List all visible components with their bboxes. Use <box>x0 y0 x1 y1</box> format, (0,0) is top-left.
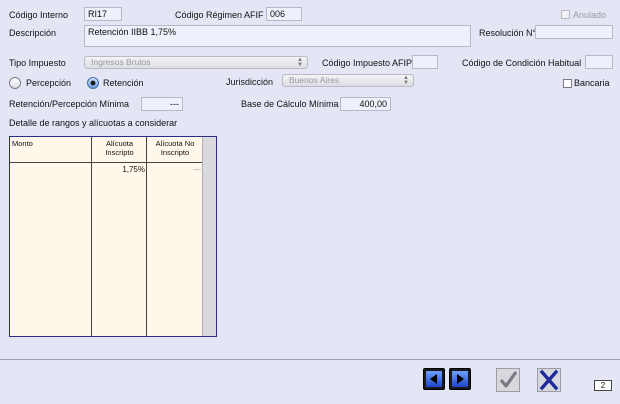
table-scrollbar[interactable] <box>202 137 216 336</box>
header-alicuota-inscripto: Alícuota Inscripto <box>105 139 134 157</box>
base-calculo-field[interactable]: 400,00 <box>340 97 391 111</box>
bancaria-checkbox[interactable] <box>563 79 572 88</box>
cell-alicuota-inscripto[interactable]: 1,75% <box>94 164 145 175</box>
codigo-condicion-label: Código de Condición Habitual <box>462 58 582 68</box>
retencion-label: Retención <box>103 78 144 88</box>
prev-button[interactable] <box>423 368 445 390</box>
descripcion-field[interactable]: Retención IIBB 1,75% <box>84 25 471 47</box>
jurisdiccion-value: Buenos Aires <box>289 75 340 85</box>
codigo-impuesto-afip-label: Código Impuesto AFIP <box>322 58 413 68</box>
checkmark-icon <box>499 371 518 388</box>
anulado-label: Anulado <box>573 10 607 20</box>
codigo-impuesto-afip-field[interactable] <box>412 55 438 69</box>
footer-divider <box>0 359 620 360</box>
updown-arrows-icon: ▲ ▼ <box>403 75 409 86</box>
codigo-interno-field[interactable]: RI17 <box>84 7 122 21</box>
triangle-left-icon <box>430 374 437 384</box>
jurisdiccion-select[interactable]: Buenos Aires ▲ ▼ <box>282 74 414 87</box>
resolucion-label: Resolución N° <box>479 28 537 38</box>
jurisdiccion-label: Jurisdicción <box>226 77 274 87</box>
tipo-impuesto-label: Tipo Impuesto <box>9 58 66 68</box>
column-monto <box>10 137 92 336</box>
resolucion-field[interactable] <box>535 25 613 39</box>
tipo-impuesto-value: Ingresos Brutos <box>91 57 151 67</box>
cancel-button[interactable] <box>537 368 561 392</box>
bancaria-label: Bancaria <box>574 78 610 88</box>
percepcion-label: Percepción <box>26 78 72 88</box>
accept-button[interactable] <box>496 368 520 392</box>
x-icon <box>539 369 559 391</box>
base-calculo-label: Base de Cálculo Mínima <box>241 99 339 109</box>
tipo-impuesto-select[interactable]: Ingresos Brutos ▲ ▼ <box>84 56 308 69</box>
rangos-table[interactable]: Monto Alícuota Inscripto Alícuota No Ins… <box>9 136 217 337</box>
triangle-right-icon <box>457 374 464 384</box>
minima-label: Retención/Percepción Mínima <box>9 99 130 109</box>
codigo-regimen-field[interactable]: 006 <box>266 7 302 21</box>
updown-arrows-icon: ▲ ▼ <box>297 57 303 68</box>
minima-field[interactable]: --- <box>141 97 183 111</box>
header-monto: Monto <box>12 139 33 148</box>
codigo-regimen-label: Código Régimen AFIF <box>175 10 264 20</box>
next-button[interactable] <box>449 368 471 390</box>
codigo-condicion-field[interactable] <box>585 55 613 69</box>
cell-alicuota-no-inscripto[interactable]: --- <box>149 164 201 175</box>
detalle-label: Detalle de rangos y alícuotas a consider… <box>9 118 178 128</box>
descripcion-label: Descripción <box>9 28 57 38</box>
retencion-radio[interactable] <box>87 77 99 89</box>
codigo-interno-label: Código Interno <box>9 10 69 20</box>
page-number: 2 <box>594 380 612 391</box>
header-alicuota-no-inscripto: Alícuota No Inscripto <box>155 139 195 157</box>
anulado-checkbox[interactable] <box>561 10 570 19</box>
percepcion-radio[interactable] <box>9 77 21 89</box>
